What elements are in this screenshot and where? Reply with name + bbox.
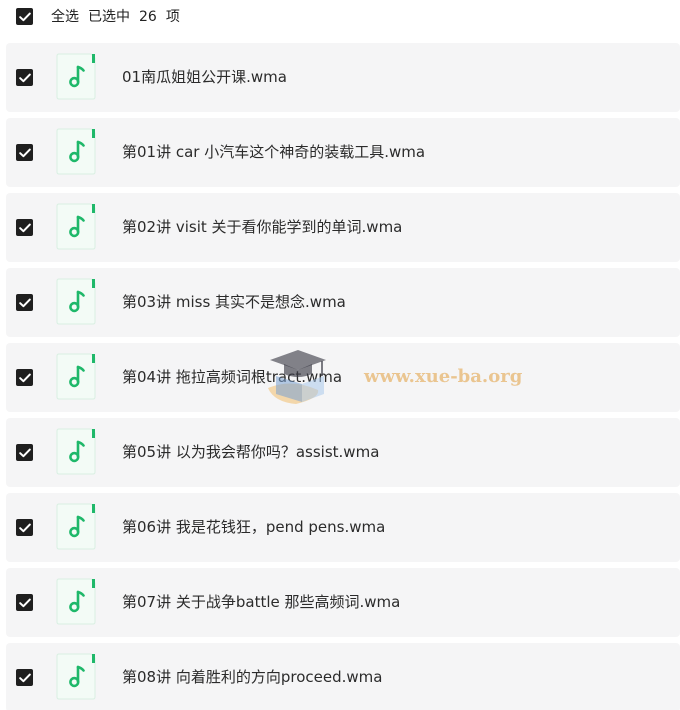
file-row[interactable]: 第03讲 miss 其实不是想念.wma	[6, 268, 680, 337]
file-selection-page: 全选 已选中 26 项 01南瓜姐姐公开课.wma 第01讲 car 小汽车这个神奇的装…	[0, 0, 680, 710]
audio-file-icon	[56, 203, 96, 250]
file-checkbox[interactable]	[16, 144, 33, 161]
file-row[interactable]: 第04讲 拖拉高频词根tract.wma	[6, 343, 680, 412]
audio-file-icon	[56, 503, 96, 550]
audio-file-icon	[56, 428, 96, 475]
checkmark-icon	[18, 523, 31, 532]
file-name[interactable]: 第08讲 向着胜利的方向proceed.wma	[122, 667, 382, 687]
file-name[interactable]: 第01讲 car 小汽车这个神奇的装载工具.wma	[122, 142, 425, 162]
audio-file-icon	[56, 353, 96, 400]
file-checkbox[interactable]	[16, 219, 33, 236]
checkmark-icon	[18, 373, 31, 382]
file-row[interactable]: 第01讲 car 小汽车这个神奇的装载工具.wma	[6, 118, 680, 187]
select-all-checkbox[interactable]	[16, 8, 33, 25]
checkmark-icon	[18, 448, 31, 457]
selected-count: 26	[139, 9, 157, 25]
audio-file-icon	[56, 578, 96, 625]
file-name[interactable]: 第06讲 我是花钱狂，pend pens.wma	[122, 517, 385, 537]
file-name[interactable]: 第02讲 visit 关于看你能学到的单词.wma	[122, 217, 402, 237]
selection-summary: 全选 已选中 26 项	[51, 8, 189, 26]
file-checkbox[interactable]	[16, 519, 33, 536]
file-checkbox[interactable]	[16, 369, 33, 386]
file-row[interactable]: 第07讲 关于战争battle 那些高频词.wma	[6, 568, 680, 637]
selection-header: 全选 已选中 26 项	[0, 0, 680, 34]
file-checkbox[interactable]	[16, 669, 33, 686]
audio-file-icon	[56, 653, 96, 700]
file-checkbox[interactable]	[16, 594, 33, 611]
checkmark-icon	[18, 598, 31, 607]
file-row[interactable]: 第02讲 visit 关于看你能学到的单词.wma	[6, 193, 680, 262]
file-name[interactable]: 第04讲 拖拉高频词根tract.wma	[122, 367, 342, 387]
checkmark-icon	[18, 298, 31, 307]
file-name[interactable]: 第03讲 miss 其实不是想念.wma	[122, 292, 346, 312]
file-checkbox[interactable]	[16, 444, 33, 461]
checkmark-icon	[18, 12, 31, 21]
file-row[interactable]: 第05讲 以为我会帮你吗？assist.wma	[6, 418, 680, 487]
checkmark-icon	[18, 223, 31, 232]
checkmark-icon	[18, 148, 31, 157]
file-checkbox[interactable]	[16, 294, 33, 311]
select-all-label[interactable]: 全选	[51, 9, 79, 25]
file-name[interactable]: 第05讲 以为我会帮你吗？assist.wma	[122, 442, 379, 462]
checkmark-icon	[18, 673, 31, 682]
file-name[interactable]: 01南瓜姐姐公开课.wma	[122, 67, 287, 87]
checkmark-icon	[18, 73, 31, 82]
file-name[interactable]: 第07讲 关于战争battle 那些高频词.wma	[122, 592, 400, 612]
file-checkbox[interactable]	[16, 69, 33, 86]
file-row[interactable]: 第06讲 我是花钱狂，pend pens.wma	[6, 493, 680, 562]
file-row[interactable]: 第08讲 向着胜利的方向proceed.wma	[6, 643, 680, 710]
selected-unit: 项	[165, 9, 180, 25]
file-row[interactable]: 01南瓜姐姐公开课.wma	[6, 43, 680, 112]
audio-file-icon	[56, 278, 96, 325]
audio-file-icon	[56, 128, 96, 175]
audio-file-icon	[56, 53, 96, 100]
selected-prefix: 已选中	[88, 9, 130, 25]
